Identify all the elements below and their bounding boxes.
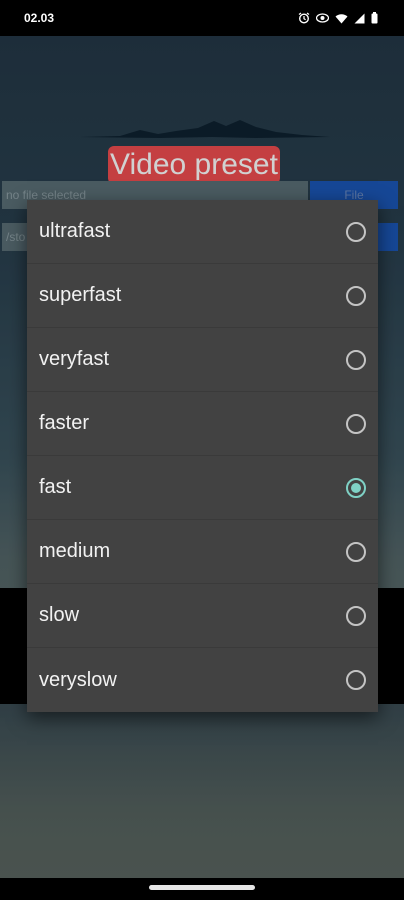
- battery-icon: [371, 12, 378, 24]
- data-saver-icon: [316, 12, 329, 24]
- preset-option-veryslow[interactable]: veryslow: [27, 648, 378, 712]
- preset-dialog: ultrafast superfast veryfast faster fast…: [27, 200, 378, 712]
- status-bar: 02.03: [0, 0, 404, 36]
- status-time: 02.03: [24, 11, 55, 25]
- signal-icon: [354, 13, 365, 24]
- radio-button-icon[interactable]: [346, 670, 366, 690]
- radio-button-icon[interactable]: [346, 221, 366, 242]
- preset-option-faster[interactable]: faster: [27, 392, 378, 456]
- option-label: superfast: [39, 284, 122, 306]
- preset-option-medium[interactable]: medium: [27, 520, 378, 584]
- option-label: fast: [39, 476, 72, 498]
- preset-option-ultrafast[interactable]: ultrafast: [27, 200, 378, 264]
- radio-button-icon[interactable]: [346, 349, 366, 370]
- radio-button-icon[interactable]: [346, 285, 366, 306]
- preset-option-fast[interactable]: fast: [27, 456, 378, 520]
- radio-button-icon[interactable]: [346, 605, 366, 626]
- radio-button-icon[interactable]: [346, 413, 366, 434]
- option-label: slow: [39, 604, 80, 626]
- option-label: faster: [39, 412, 90, 434]
- option-label: veryslow: [39, 668, 117, 691]
- option-label: veryfast: [39, 348, 110, 370]
- home-gesture-handle[interactable]: [149, 885, 255, 890]
- radio-button-checked-icon[interactable]: [346, 477, 366, 498]
- option-label: ultrafast: [39, 220, 111, 242]
- option-label: medium: [39, 540, 111, 562]
- wifi-icon: [335, 13, 348, 24]
- preset-option-superfast[interactable]: superfast: [27, 264, 378, 328]
- preset-option-veryfast[interactable]: veryfast: [27, 328, 378, 392]
- status-icons: [298, 12, 378, 24]
- radio-button-icon[interactable]: [346, 541, 366, 562]
- alarm-icon: [298, 12, 310, 24]
- preset-option-slow[interactable]: slow: [27, 584, 378, 648]
